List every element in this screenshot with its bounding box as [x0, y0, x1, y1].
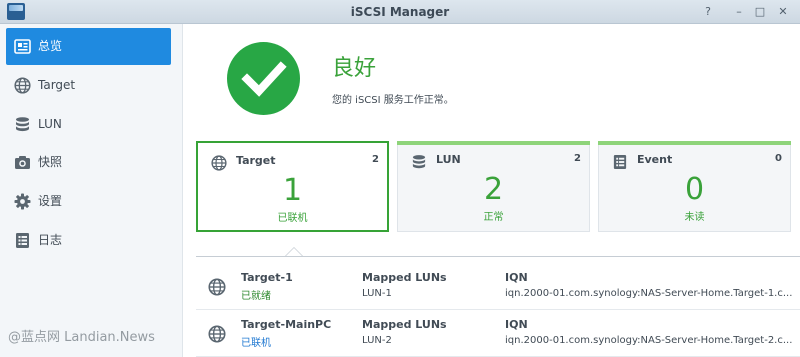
mapped-lun-value: LUN-1: [362, 288, 392, 299]
mapped-lun-value: LUN-2: [362, 335, 392, 346]
card-title: Event: [637, 153, 673, 166]
card-number: 1: [282, 173, 303, 208]
sidebar-item-label: 日志: [38, 233, 63, 247]
table-row[interactable]: Target-1 已就绪 Mapped LUNs LUN-1 IQN iqn.2…: [196, 265, 800, 310]
iqn-value: iqn.2000-01.com.synology:NAS-Server-Home…: [505, 288, 793, 299]
log-icon: [16, 233, 29, 248]
iqn-header: IQN: [505, 318, 528, 331]
card-lun[interactable]: LUN 2 2 正常: [397, 141, 590, 232]
help-icon[interactable]: ?: [700, 4, 716, 20]
status-description: 您的 iSCSI 服务工作正常。: [332, 95, 454, 106]
database-icon: [412, 155, 426, 169]
card-count: 0: [775, 153, 782, 164]
camera-icon: [15, 156, 30, 169]
sidebar-item-log[interactable]: 日志: [6, 222, 171, 259]
globe-icon: [208, 278, 226, 296]
iscsi-manager-window: iSCSI Manager ? – □ ✕ 总览 Target LUN 快照 设…: [0, 0, 800, 357]
sidebar-item-label: 总览: [38, 39, 63, 53]
card-strip: [397, 141, 590, 145]
table-row[interactable]: Target-MainPC 已联机 Mapped LUNs LUN-2 IQN …: [196, 312, 800, 357]
target-status: 已联机: [241, 338, 271, 349]
check-icon: [241, 61, 287, 97]
card-subtitle: 未读: [684, 212, 705, 223]
log-icon: [613, 154, 627, 170]
card-target[interactable]: Target 2 1 已联机: [196, 141, 389, 232]
card-title: Target: [236, 154, 276, 167]
selection-pointer: [285, 247, 303, 256]
gear-icon: [14, 193, 31, 210]
maximize-icon[interactable]: □: [752, 4, 768, 20]
minimize-icon[interactable]: –: [731, 4, 747, 20]
card-subtitle: 正常: [483, 212, 504, 223]
sidebar-item-label: 设置: [38, 194, 63, 208]
section-divider: [196, 256, 800, 257]
sidebar-item-target[interactable]: Target: [6, 67, 171, 104]
target-name: Target-1: [241, 271, 293, 284]
sidebar: 总览 Target LUN 快照 设置 日志: [0, 24, 183, 357]
target-name: Target-MainPC: [241, 318, 332, 331]
mapped-luns-header: Mapped LUNs: [362, 271, 447, 284]
iqn-value: iqn.2000-01.com.synology:NAS-Server-Home…: [505, 335, 793, 346]
card-subtitle: 已联机: [277, 213, 308, 224]
card-title: LUN: [436, 153, 461, 166]
card-count: 2: [574, 153, 581, 164]
watermark-text: @蓝点网 Landian.News: [8, 330, 155, 345]
globe-icon: [208, 325, 226, 343]
target-status: 已就绪: [241, 291, 271, 302]
sidebar-item-overview[interactable]: 总览: [6, 28, 171, 65]
overview-panel: 良好 您的 iSCSI 服务工作正常。 Target 2 1 已联机 LUN 2…: [184, 24, 800, 357]
overview-icon: [14, 39, 31, 54]
sidebar-item-settings[interactable]: 设置: [6, 183, 171, 220]
card-strip: [598, 141, 791, 145]
card-number: 2: [483, 172, 504, 207]
sidebar-item-lun[interactable]: LUN: [6, 106, 171, 143]
globe-icon: [211, 155, 227, 171]
iqn-header: IQN: [505, 271, 528, 284]
card-number: 0: [684, 172, 705, 207]
status-title: 良好: [332, 56, 377, 81]
sidebar-item-label: Target: [38, 78, 76, 92]
card-count: 2: [372, 154, 379, 165]
globe-icon: [14, 77, 31, 94]
sidebar-item-label: LUN: [38, 117, 62, 131]
sidebar-item-label: 快照: [38, 155, 63, 169]
title-bar[interactable]: iSCSI Manager ? – □ ✕: [0, 0, 800, 24]
mapped-luns-header: Mapped LUNs: [362, 318, 447, 331]
close-icon[interactable]: ✕: [775, 4, 791, 20]
database-icon: [16, 117, 29, 132]
card-event[interactable]: Event 0 0 未读: [598, 141, 791, 232]
window-title: iSCSI Manager: [350, 5, 450, 19]
status-ok-badge: [227, 42, 300, 115]
sidebar-item-snapshot[interactable]: 快照: [6, 144, 171, 181]
